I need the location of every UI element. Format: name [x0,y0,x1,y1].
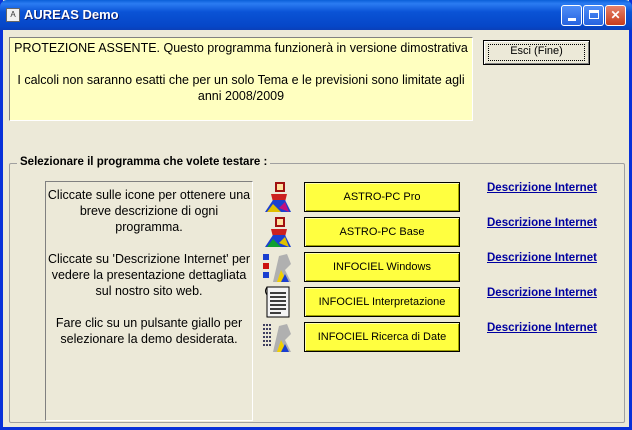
internet-link-infociel-ricerca[interactable]: Descrizione Internet [487,322,597,334]
button-label: INFOCIEL Ricerca di Date [317,331,447,343]
close-button[interactable]: ✕ [605,5,626,26]
infociel-ricerca-button[interactable]: INFOCIEL Ricerca di Date [304,322,460,352]
close-icon: ✕ [610,8,621,22]
internet-link-astro-pc-pro[interactable]: Descrizione Internet [487,182,597,194]
info-paragraph-1: Cliccate sulle icone per ottenere una br… [47,188,251,234]
infociel-windows-icon[interactable] [261,250,295,284]
info-paragraph-3: Fare clic su un pulsante giallo per sele… [55,316,243,346]
group-label: Selezionare il programma che volete test… [17,156,271,168]
exit-button[interactable]: Esci (Fine) [483,40,590,65]
focus-rect [488,44,585,61]
button-label: ASTRO-PC Pro [343,191,421,203]
info-paragraph-2: Cliccate su 'Descrizione Internet' per v… [47,252,251,298]
internet-link-infociel-windows[interactable]: Descrizione Internet [487,252,597,264]
astro-pc-pro-button[interactable]: ASTRO-PC Pro [304,182,460,212]
internet-link-astro-pc-base[interactable]: Descrizione Internet [487,217,597,229]
infociel-ricerca-icon[interactable] [261,320,295,354]
maximize-button[interactable] [583,5,604,26]
infociel-interpretazione-icon[interactable] [261,285,295,319]
astro-pc-pro-icon[interactable] [261,180,295,214]
infociel-windows-button[interactable]: INFOCIEL Windows [304,252,460,282]
warning-line-1: PROTEZIONE ASSENTE. Questo programma fun… [14,41,468,55]
warning-line-2: I calcoli non saranno esatti che per un … [17,73,465,103]
minimize-button[interactable] [561,5,582,26]
title-bar[interactable]: A AUREAS Demo ✕ [0,0,632,30]
maximize-icon [588,10,599,19]
window-title: AUREAS Demo [24,7,119,22]
button-label: INFOCIEL Windows [332,261,431,273]
button-label: INFOCIEL Interpretazione [318,296,446,308]
warning-box: PROTEZIONE ASSENTE. Questo programma fun… [9,37,473,121]
minimize-icon [567,18,576,21]
astro-pc-base-icon[interactable] [261,215,295,249]
button-label: ASTRO-PC Base [339,226,425,238]
app-icon[interactable]: A [6,8,20,22]
internet-link-infociel-interpretazione[interactable]: Descrizione Internet [487,287,597,299]
astro-pc-base-button[interactable]: ASTRO-PC Base [304,217,460,247]
infociel-interpretazione-button[interactable]: INFOCIEL Interpretazione [304,287,460,317]
info-box: Cliccate sulle icone per ottenere una br… [45,181,253,421]
